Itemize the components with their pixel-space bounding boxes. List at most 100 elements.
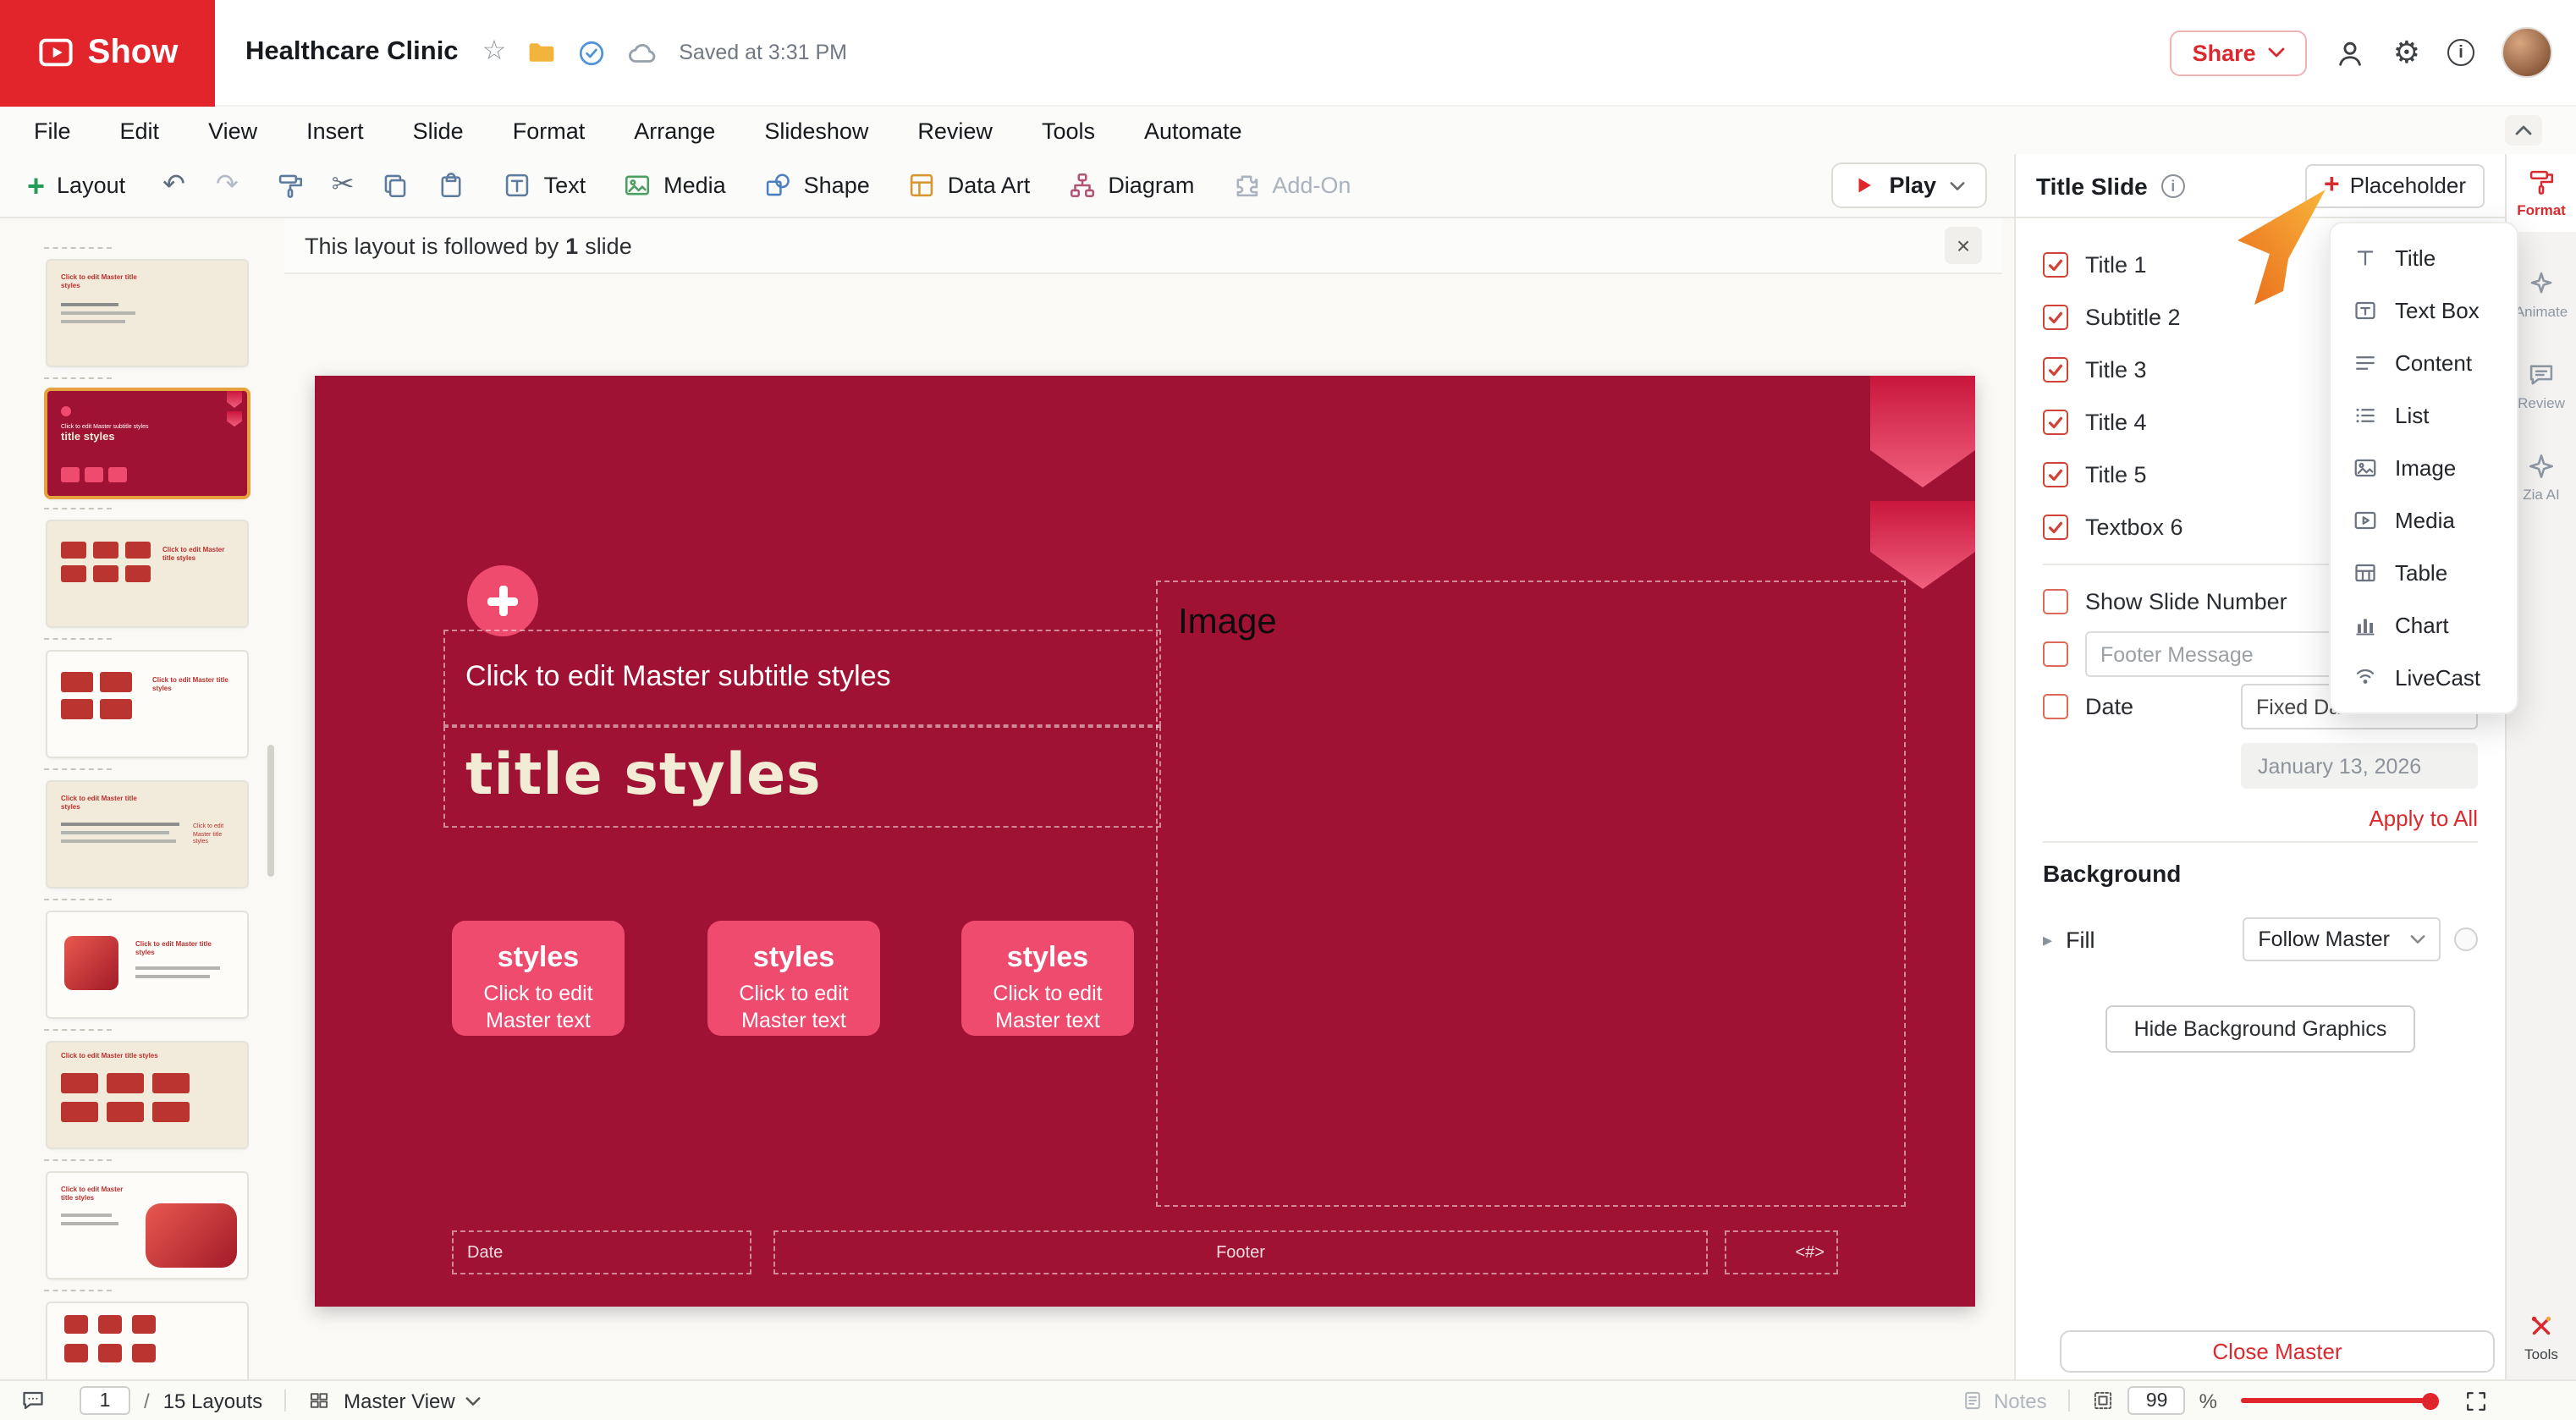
user-avatar[interactable] (2502, 27, 2552, 78)
feedback-chat-icon[interactable] (20, 1388, 46, 1413)
layout-thumbnail-7[interactable]: Click to edit Master title styles (47, 1043, 247, 1148)
menu-item-media[interactable]: Media (2331, 494, 2517, 547)
zoom-slider[interactable] (2241, 1392, 2441, 1409)
menu-arrange[interactable]: Arrange (634, 118, 715, 143)
title-placeholder[interactable]: title styles (443, 726, 1161, 828)
menu-item-text-box[interactable]: Text Box (2331, 284, 2517, 337)
insert-shape-button[interactable]: Shape (763, 171, 870, 200)
insert-text-button[interactable]: Text (504, 171, 586, 200)
format-painter-button[interactable] (276, 171, 305, 200)
thumbnail-divider (44, 899, 112, 900)
fill-color-swatch[interactable] (2454, 927, 2478, 951)
layout-thumbnail-6[interactable]: Click to edit Master title styles (47, 912, 247, 1017)
play-button[interactable]: Play (1831, 162, 1987, 208)
thumbnails-scrollbar[interactable] (267, 745, 274, 877)
close-master-button[interactable]: Close Master (2060, 1330, 2495, 1373)
settings-gear-icon[interactable]: ⚙ (2393, 37, 2420, 68)
checkbox-unchecked (2043, 694, 2068, 719)
menu-tools[interactable]: Tools (1042, 118, 1095, 143)
placeholder-label: Title 5 (2085, 462, 2147, 487)
version-check-icon[interactable] (577, 38, 606, 67)
menu-item-content[interactable]: Content (2331, 337, 2517, 389)
insert-addon-button[interactable]: Add-On (1231, 171, 1351, 200)
hide-background-graphics-button[interactable]: Hide Background Graphics (2105, 1005, 2416, 1053)
menu-edit[interactable]: Edit (120, 118, 160, 143)
help-info-icon[interactable]: i (2447, 39, 2474, 66)
collapse-toolbar-button[interactable] (2505, 115, 2542, 146)
share-button[interactable]: Share (2170, 30, 2307, 75)
menu-slideshow[interactable]: Slideshow (764, 118, 868, 143)
content-icon (2356, 356, 2375, 370)
layout-thumbnail-2-selected[interactable]: Click to edit Master subtitle styles tit… (47, 391, 247, 496)
layout-thumbnail-3[interactable]: Click to edit Master title styles (47, 521, 247, 626)
menu-item-label: Content (2395, 350, 2473, 376)
disclosure-caret-icon[interactable]: ▸ (2043, 928, 2052, 950)
fill-label: Fill (2066, 927, 2095, 952)
data-art-icon (910, 173, 933, 197)
notification-close-button[interactable]: × (1945, 227, 1982, 264)
menu-item-livecast[interactable]: LiveCast (2331, 652, 2517, 704)
thumbnail-divider (44, 508, 112, 509)
clinic-logo-circle[interactable] (467, 565, 538, 636)
date-placeholder[interactable]: Date (452, 1230, 751, 1274)
add-placeholder-button[interactable]: + Placeholder (2305, 163, 2485, 207)
footer-placeholder[interactable]: Footer (773, 1230, 1708, 1274)
menu-item-image[interactable]: Image (2331, 442, 2517, 494)
insert-media-button[interactable]: Media (623, 171, 726, 200)
apply-to-all-link[interactable]: Apply to All (2043, 806, 2478, 831)
layout-button[interactable]: + Layout (27, 170, 125, 201)
text-box-placeholder[interactable]: styles Click to edit Master text (961, 921, 1134, 1036)
current-slide-input[interactable]: 1 (80, 1386, 130, 1415)
layout-thumbnail-1[interactable]: Click to edit Master title styles (47, 261, 247, 366)
menu-slide[interactable]: Slide (413, 118, 464, 143)
text-box-placeholder[interactable]: styles Click to edit Master text (707, 921, 880, 1036)
insert-diagram-button[interactable]: Diagram (1067, 171, 1194, 200)
layout-info-icon[interactable]: i (2160, 173, 2185, 197)
image-placeholder[interactable]: Image (1156, 581, 1906, 1207)
menu-format[interactable]: Format (513, 118, 586, 143)
saved-status: Saved at 3:31 PM (679, 41, 847, 64)
date-value-field[interactable]: January 13, 2026 (2241, 743, 2478, 789)
rail-format-tab[interactable]: Format (2507, 154, 2576, 232)
thumbnail-preview-graphic: Click to edit Master title styles Click … (61, 794, 224, 845)
layout-thumbnail-8[interactable]: Click to edit Master title styles (47, 1173, 247, 1278)
zoom-input[interactable]: 99 (2127, 1386, 2186, 1415)
menu-item-list[interactable]: List (2331, 389, 2517, 442)
rail-tools-tab[interactable]: Tools (2507, 1298, 2576, 1376)
redo-button[interactable]: ↷ (216, 171, 239, 199)
menu-review[interactable]: Review (917, 118, 993, 143)
paste-button[interactable] (438, 171, 466, 200)
menu-file[interactable]: File (34, 118, 71, 143)
fill-select[interactable]: Follow Master (2243, 917, 2441, 961)
subtitle-placeholder[interactable]: Click to edit Master subtitle styles (443, 630, 1161, 726)
star-favorite-icon[interactable]: ☆ (482, 38, 507, 66)
cut-button[interactable]: ✂ (332, 171, 355, 199)
layout-thumbnail-5[interactable]: Click to edit Master title styles Click … (47, 782, 247, 887)
fullscreen-icon[interactable] (2464, 1389, 2488, 1412)
user-account-icon[interactable] (2334, 36, 2366, 69)
thumbnail-panel-toggle-icon[interactable] (2093, 1390, 2115, 1412)
menu-insert[interactable]: Insert (306, 118, 364, 143)
percent-label: % (2199, 1389, 2217, 1412)
menu-item-title[interactable]: Title (2331, 232, 2517, 284)
slide-canvas[interactable]: Click to edit Master subtitle styles tit… (315, 376, 1975, 1307)
slide-number-placeholder[interactable]: <#> (1725, 1230, 1838, 1274)
insert-data-art-button[interactable]: Data Art (907, 171, 1030, 200)
media-label: Media (663, 173, 726, 198)
menu-automate[interactable]: Automate (1144, 118, 1242, 143)
show-logo[interactable]: Show (0, 0, 215, 106)
notes-toggle[interactable]: Notes (1962, 1389, 2047, 1412)
text-box-placeholder[interactable]: styles Click to edit Master text (452, 921, 625, 1036)
folder-icon[interactable] (526, 37, 557, 68)
zoom-slider-knob[interactable] (2421, 1392, 2439, 1409)
menu-item-table[interactable]: Table (2331, 547, 2517, 599)
copy-button[interactable] (382, 171, 410, 200)
undo-button[interactable]: ↶ (162, 171, 185, 199)
menu-view[interactable]: View (208, 118, 257, 143)
document-title[interactable]: Healthcare Clinic (245, 37, 459, 68)
layout-thumbnail-4[interactable]: Click to edit Master title styles (47, 652, 247, 757)
view-mode-select[interactable]: Master View (344, 1389, 481, 1412)
checkbox-checked (2043, 305, 2068, 330)
menu-item-chart[interactable]: Chart (2331, 599, 2517, 652)
layout-thumbnail-9[interactable]: Click to edit Master title styles (47, 1303, 247, 1379)
